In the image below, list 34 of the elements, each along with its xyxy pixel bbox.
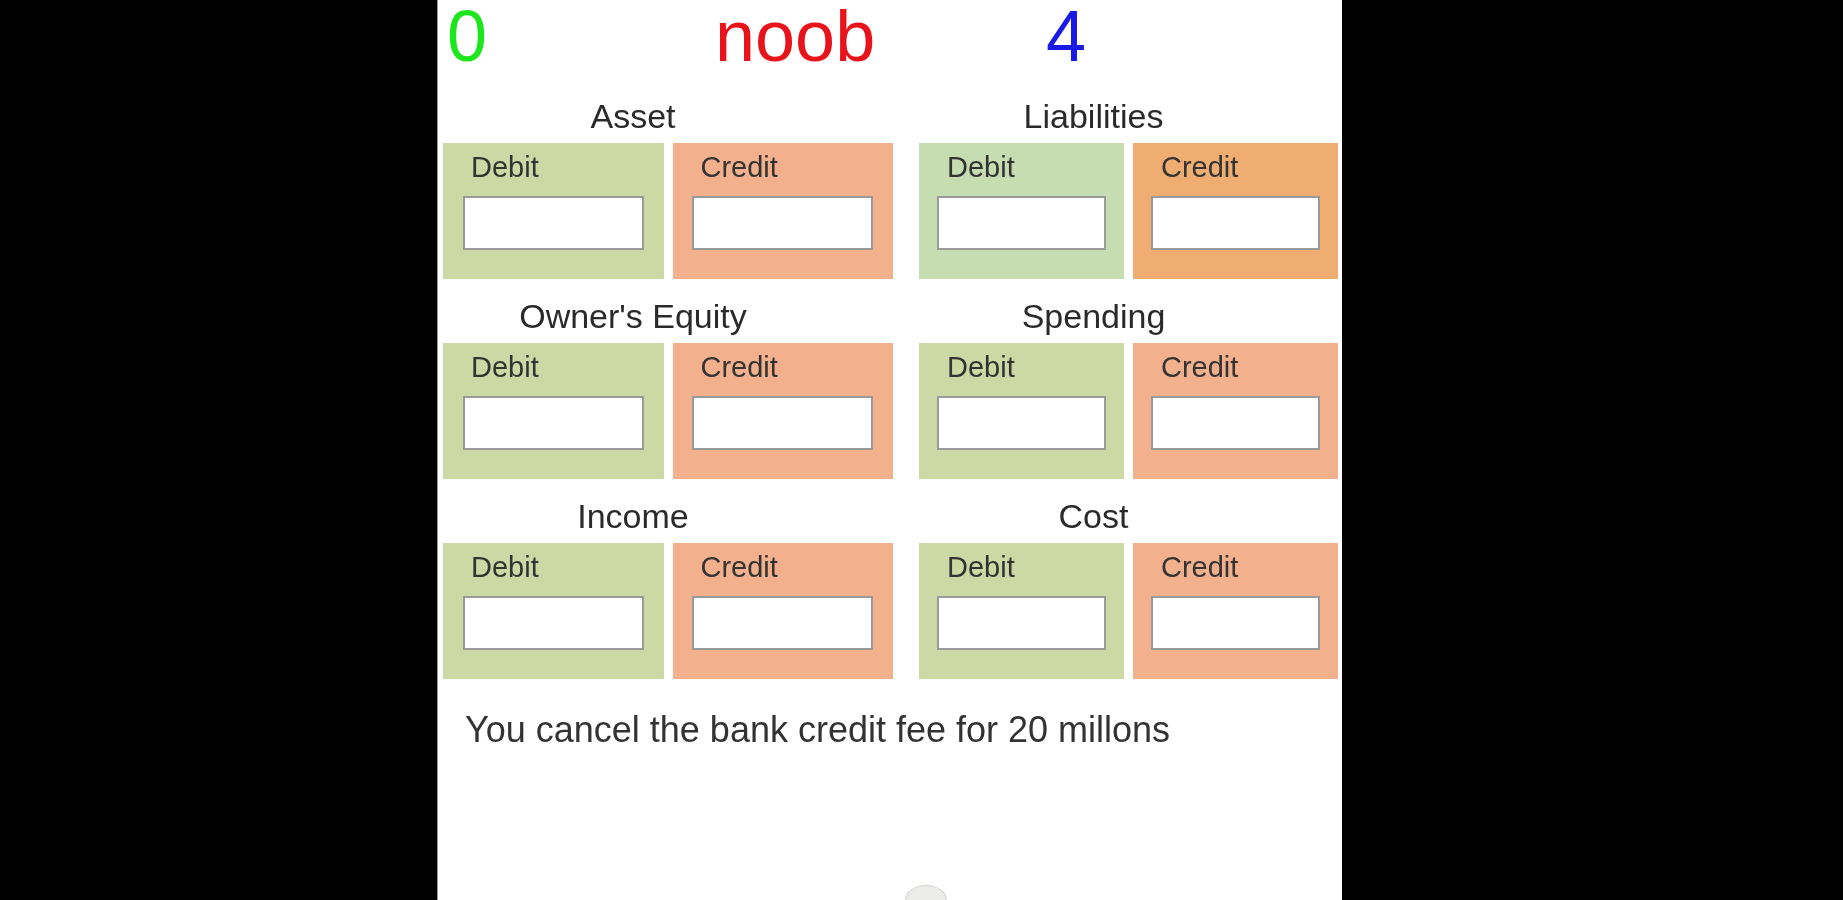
- input-field[interactable]: [462, 595, 644, 650]
- input-field[interactable]: [692, 395, 874, 450]
- column-label: Debit: [947, 552, 1015, 584]
- input-field[interactable]: [937, 195, 1106, 250]
- input-field[interactable]: [1151, 395, 1320, 450]
- account-title: Asset: [590, 99, 676, 133]
- score-text: 0: [447, 0, 488, 72]
- input-field[interactable]: [937, 595, 1106, 650]
- question-text: You cancel the bank credit fee for 20 millons: [465, 708, 1171, 752]
- column-label: Debit: [471, 152, 539, 184]
- rank-text: noob: [715, 0, 876, 72]
- input-field[interactable]: [1151, 595, 1320, 650]
- input-field[interactable]: [462, 195, 644, 250]
- account-title: Owner's Equity: [519, 299, 747, 333]
- account-title: Liabilities: [1023, 99, 1164, 133]
- input-field[interactable]: [692, 595, 874, 650]
- column-label: Credit: [1161, 352, 1239, 384]
- counter-text: 4: [1046, 0, 1087, 72]
- account-title: Spending: [1021, 299, 1166, 333]
- account-title: Income: [577, 499, 689, 533]
- column-label: Debit: [471, 552, 539, 584]
- column-label: Debit: [947, 152, 1015, 184]
- column-label: Debit: [947, 352, 1015, 384]
- column-label: Debit: [471, 352, 539, 384]
- column-label: Credit: [1161, 552, 1239, 584]
- input-field[interactable]: [937, 395, 1106, 450]
- column-label: Credit: [1161, 152, 1239, 184]
- input-field[interactable]: [692, 195, 874, 250]
- column-label: Credit: [700, 352, 778, 384]
- input-field[interactable]: [462, 395, 644, 450]
- input-field[interactable]: [1151, 195, 1320, 250]
- account-title: Cost: [1058, 499, 1129, 533]
- column-label: Credit: [700, 552, 778, 584]
- column-label: Credit: [700, 152, 778, 184]
